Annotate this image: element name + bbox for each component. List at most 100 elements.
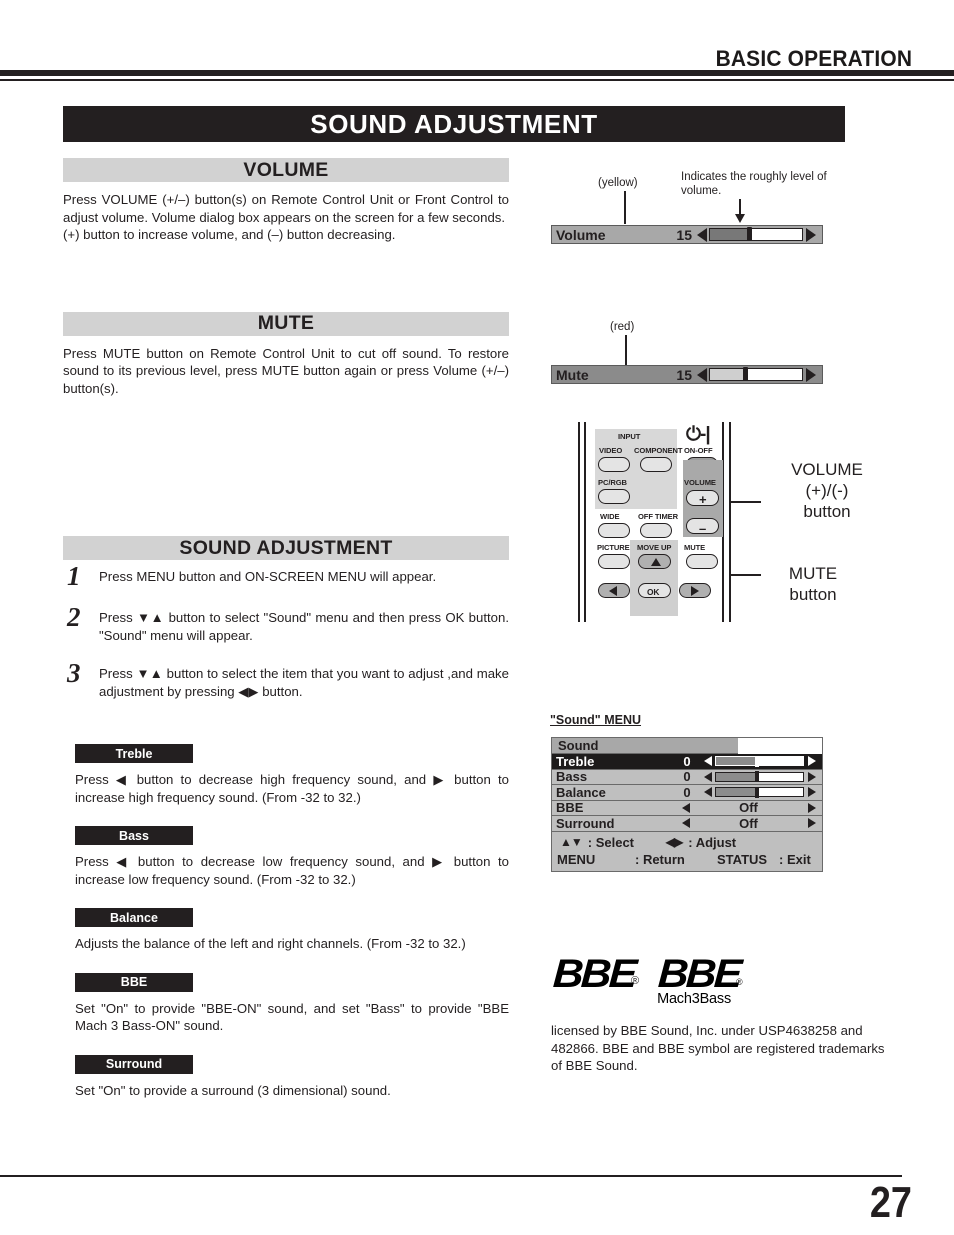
volume-body-text: Press VOLUME (+/–) button(s) on Remote C… xyxy=(63,192,509,225)
remote-label-volume: VOLUME xyxy=(684,478,716,487)
sound-menu-caption: "Sound" MENU xyxy=(550,713,642,727)
volume-increase-arrow-icon[interactable] xyxy=(806,227,816,242)
sound-menu-row-bass[interactable]: Bass 0 xyxy=(552,769,822,785)
callout-label-mute: MUTE button xyxy=(788,564,838,604)
updown-arrows-icon: ▲▼ xyxy=(560,835,583,849)
sound-menu-footer: ▲▼ : Select ◀▶ : Adjust MENU : Return ST… xyxy=(552,831,822,871)
volume-color-note: (yellow) xyxy=(598,177,638,189)
volume-decrease-arrow-icon[interactable] xyxy=(697,227,707,242)
bbe-logo-mach3bass: BBE xyxy=(656,952,741,996)
sound-menu-osd: Sound Treble 0 Bass 0 Balance 0 BBE Off … xyxy=(551,737,823,872)
row-slider-track[interactable] xyxy=(715,771,804,783)
mute-decrease-arrow-icon[interactable] xyxy=(697,367,707,382)
menu-label: MENU xyxy=(557,851,596,867)
mute-bar: Mute 15 xyxy=(551,365,823,384)
remote-button-mute[interactable] xyxy=(686,554,718,569)
volume-color-leader xyxy=(624,191,626,224)
remote-label-wide: WIDE xyxy=(600,512,620,521)
remote-button-pcrgb[interactable] xyxy=(598,489,630,504)
sound-menu-row-bbe[interactable]: BBE Off xyxy=(552,800,822,816)
remote-label-ok: OK xyxy=(647,587,660,597)
section-banner-sound-adjustment: SOUND ADJUSTMENT xyxy=(63,106,845,142)
sound-menu-row-surround[interactable]: Surround Off xyxy=(552,816,822,832)
volume-indicator-arrow xyxy=(735,199,745,223)
row-prev-arrow-icon[interactable] xyxy=(682,802,690,813)
step-text: Press ▼▲ button to select "Sound" menu a… xyxy=(99,610,509,643)
sound-menu-row-balance[interactable]: Balance 0 xyxy=(552,785,822,801)
remote-button-component[interactable] xyxy=(640,457,672,472)
row-increase-arrow-icon[interactable] xyxy=(808,787,816,798)
item-label-bbe: BBE xyxy=(75,972,193,992)
remote-button-video[interactable] xyxy=(598,457,630,472)
row-label: BBE xyxy=(556,800,584,816)
remote-label-move-up: MOVE UP xyxy=(637,543,672,552)
mute-slider-track[interactable] xyxy=(709,367,803,381)
row-prev-arrow-icon[interactable] xyxy=(682,818,690,829)
move-up-triangle-icon xyxy=(651,558,661,566)
remote-button-off-timer[interactable] xyxy=(640,523,672,538)
mute-dialog-box: Mute 15 xyxy=(551,365,823,384)
item-body-bass: Press ◀ button to decrease low frequency… xyxy=(75,854,509,887)
remote-button-picture[interactable] xyxy=(598,554,630,569)
row-increase-arrow-icon[interactable] xyxy=(808,756,816,767)
sound-menu-footer-row-2: MENU : Return STATUS : Exit xyxy=(552,851,822,868)
mute-increase-arrow-icon[interactable] xyxy=(806,367,816,382)
row-next-arrow-icon[interactable] xyxy=(808,802,816,813)
row-increase-arrow-icon[interactable] xyxy=(808,771,816,782)
volume-plus-icon: + xyxy=(699,492,707,507)
row-value: 0 xyxy=(683,784,691,800)
heading-mute: MUTE xyxy=(63,311,509,336)
remote-label-mute: MUTE xyxy=(684,543,706,552)
remote-label-on-off: ON-OFF xyxy=(684,446,713,455)
remote-button-wide[interactable] xyxy=(598,523,630,538)
row-next-arrow-icon[interactable] xyxy=(808,818,816,829)
left-arrow-icon xyxy=(609,586,617,596)
item-body-surround: Set "On" to provide a surround (3 dimens… xyxy=(75,1082,391,1098)
item-body-treble: Press ◀ button to decrease high frequenc… xyxy=(75,772,509,805)
step-item: 1 Press MENU button and ON-SCREEN MENU w… xyxy=(63,561,509,591)
bbe-license-note: licensed by BBE Sound, Inc. under USP463… xyxy=(551,1023,885,1073)
row-label: Balance xyxy=(556,784,606,800)
remote-label-input: INPUT xyxy=(618,432,641,441)
page-number: 27 xyxy=(869,1178,912,1227)
mute-color-note: (red) xyxy=(610,321,635,333)
bbe-logo-primary: BBE xyxy=(551,952,636,996)
header-rule-thick xyxy=(0,70,954,76)
row-label: Bass xyxy=(556,769,588,785)
footer-rule xyxy=(0,1175,902,1177)
step-number: 1 xyxy=(67,561,81,591)
remote-body: INPUT VIDEO COMPONENT PC/RGB ⏻-| ON-OFF … xyxy=(590,422,723,622)
row-decrease-arrow-icon[interactable] xyxy=(704,771,712,782)
callout-leader-volume xyxy=(729,501,761,503)
step-text: Press MENU button and ON-SCREEN MENU wil… xyxy=(99,569,437,584)
volume-bar-value: 15 xyxy=(676,226,692,243)
callout-label-volume: VOLUME (+)/(-) button xyxy=(791,460,863,521)
row-value: 0 xyxy=(683,753,691,769)
item-label-bass: Bass xyxy=(75,826,193,845)
remote-edge-right-outer xyxy=(729,422,731,622)
return-label: : Return xyxy=(635,851,685,867)
sound-menu-row-treble[interactable]: Treble 0 xyxy=(552,754,822,770)
row-label: Treble xyxy=(556,753,595,769)
step-number: 2 xyxy=(67,602,81,632)
row-slider-track[interactable] xyxy=(715,786,804,798)
remote-label-video: VIDEO xyxy=(599,446,623,455)
volume-body-text-2: (+) button to increase volume, and (–) b… xyxy=(63,227,396,242)
remote-label-pcrgb: PC/RGB xyxy=(598,478,627,487)
volume-indicator-note: Indicates the roughly level of volume. xyxy=(681,171,827,197)
mute-bar-label: Mute xyxy=(556,366,589,383)
left-column: VOLUME Press VOLUME (+/–) button(s) on R… xyxy=(63,158,509,1099)
row-slider-track[interactable] xyxy=(715,755,804,767)
mute-bar-value: 15 xyxy=(676,366,692,383)
item-body-balance: Adjusts the balance of the left and righ… xyxy=(75,936,466,951)
sound-menu-footer-row-1: ▲▼ : Select ◀▶ : Adjust xyxy=(552,834,822,851)
item-body-bbe: Set "On" to provide "BBE-ON" sound, and … xyxy=(75,1000,509,1034)
row-decrease-arrow-icon[interactable] xyxy=(704,756,712,767)
row-decrease-arrow-icon[interactable] xyxy=(704,787,712,798)
leftright-arrows-icon: ◀▶ xyxy=(665,835,683,849)
adjust-label: : Adjust xyxy=(688,834,737,850)
item-label-surround: Surround xyxy=(75,1054,193,1074)
volume-slider-track[interactable] xyxy=(709,227,803,241)
step-item: 3 Press ▼▲ button to select the item tha… xyxy=(63,660,509,700)
row-label: Surround xyxy=(556,815,615,831)
